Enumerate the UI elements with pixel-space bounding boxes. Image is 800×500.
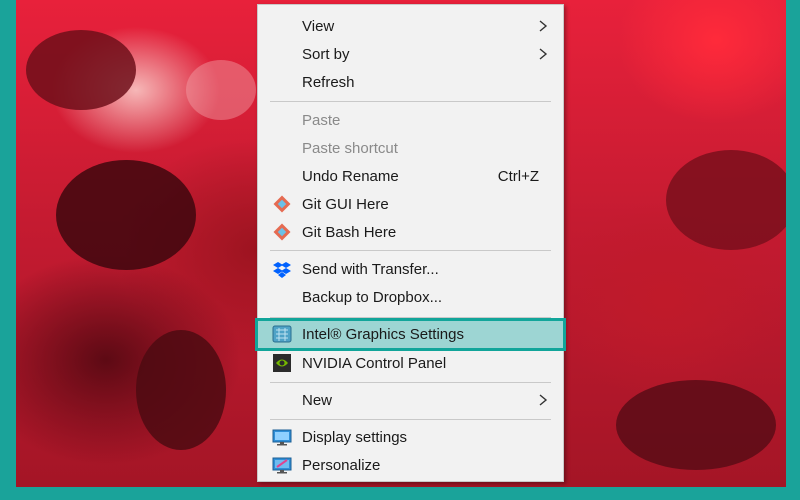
menu-item-label: New <box>302 391 333 409</box>
menu-item-nvidia[interactable]: NVIDIA Control Panel <box>258 349 563 377</box>
wallpaper-foliage <box>136 330 226 450</box>
wallpaper-light <box>186 60 256 120</box>
menu-item-new[interactable]: New <box>258 386 563 414</box>
menu-item-label: Refresh <box>302 73 355 91</box>
menu-item-view[interactable]: View <box>258 12 563 40</box>
nvidia-icon <box>273 354 291 372</box>
menu-item-send-transfer[interactable]: Send with Transfer... <box>258 255 563 283</box>
chevron-right-icon <box>539 20 548 32</box>
git-icon <box>273 223 291 241</box>
menu-item-backup-dropbox[interactable]: Backup to Dropbox... <box>258 283 563 311</box>
menu-item-git-gui[interactable]: Git GUI Here <box>258 190 563 218</box>
menu-item-label: View <box>302 17 335 35</box>
menu-item-personalize[interactable]: Personalize <box>258 451 563 479</box>
menu-item-label: Sort by <box>302 45 350 63</box>
menu-item-paste-shortcut[interactable]: Paste shortcut <box>258 134 563 162</box>
wallpaper-foliage <box>56 160 196 270</box>
chevron-right-icon <box>539 394 548 406</box>
menu-item-label: Backup to Dropbox... <box>302 288 443 306</box>
menu-item-label: Display settings <box>302 428 408 446</box>
menu-item-sort-by[interactable]: Sort by <box>258 40 563 68</box>
menu-item-refresh[interactable]: Refresh <box>258 68 563 96</box>
menu-item-label: Paste shortcut <box>302 139 398 157</box>
menu-separator <box>270 419 551 420</box>
menu-item-git-bash[interactable]: Git Bash Here <box>258 218 563 246</box>
display-icon <box>272 429 292 446</box>
chevron-right-icon <box>539 48 548 60</box>
dropbox-icon <box>273 262 291 278</box>
menu-separator <box>270 250 551 251</box>
wallpaper-foliage <box>666 150 786 250</box>
menu-separator <box>270 317 551 318</box>
menu-separator <box>270 101 551 102</box>
menu-item-intel-graphics[interactable]: Intel® Graphics Settings <box>255 318 566 351</box>
menu-item-label: Paste <box>302 111 341 129</box>
menu-item-label: Undo Rename <box>302 167 399 185</box>
personalize-icon <box>272 457 292 474</box>
menu-item-undo-rename[interactable]: Undo Rename Ctrl+Z <box>258 162 563 190</box>
menu-separator <box>270 382 551 383</box>
menu-item-label: Git GUI Here <box>302 195 389 213</box>
intel-graphics-icon <box>272 325 292 343</box>
menu-item-paste[interactable]: Paste <box>258 106 563 134</box>
menu-item-label: Personalize <box>302 456 381 474</box>
menu-item-label: Intel® Graphics Settings <box>302 326 464 343</box>
desktop-context-menu: View Sort by Refresh Paste Paste shortcu… <box>255 4 566 482</box>
git-icon <box>273 195 291 213</box>
wallpaper-foliage <box>26 30 136 110</box>
menu-item-label: Send with Transfer... <box>302 260 439 278</box>
menu-item-display-settings[interactable]: Display settings <box>258 423 563 451</box>
wallpaper-foliage <box>616 380 776 470</box>
keyboard-shortcut: Ctrl+Z <box>497 167 539 185</box>
menu-item-label: NVIDIA Control Panel <box>302 354 447 372</box>
menu-item-label: Git Bash Here <box>302 223 397 241</box>
